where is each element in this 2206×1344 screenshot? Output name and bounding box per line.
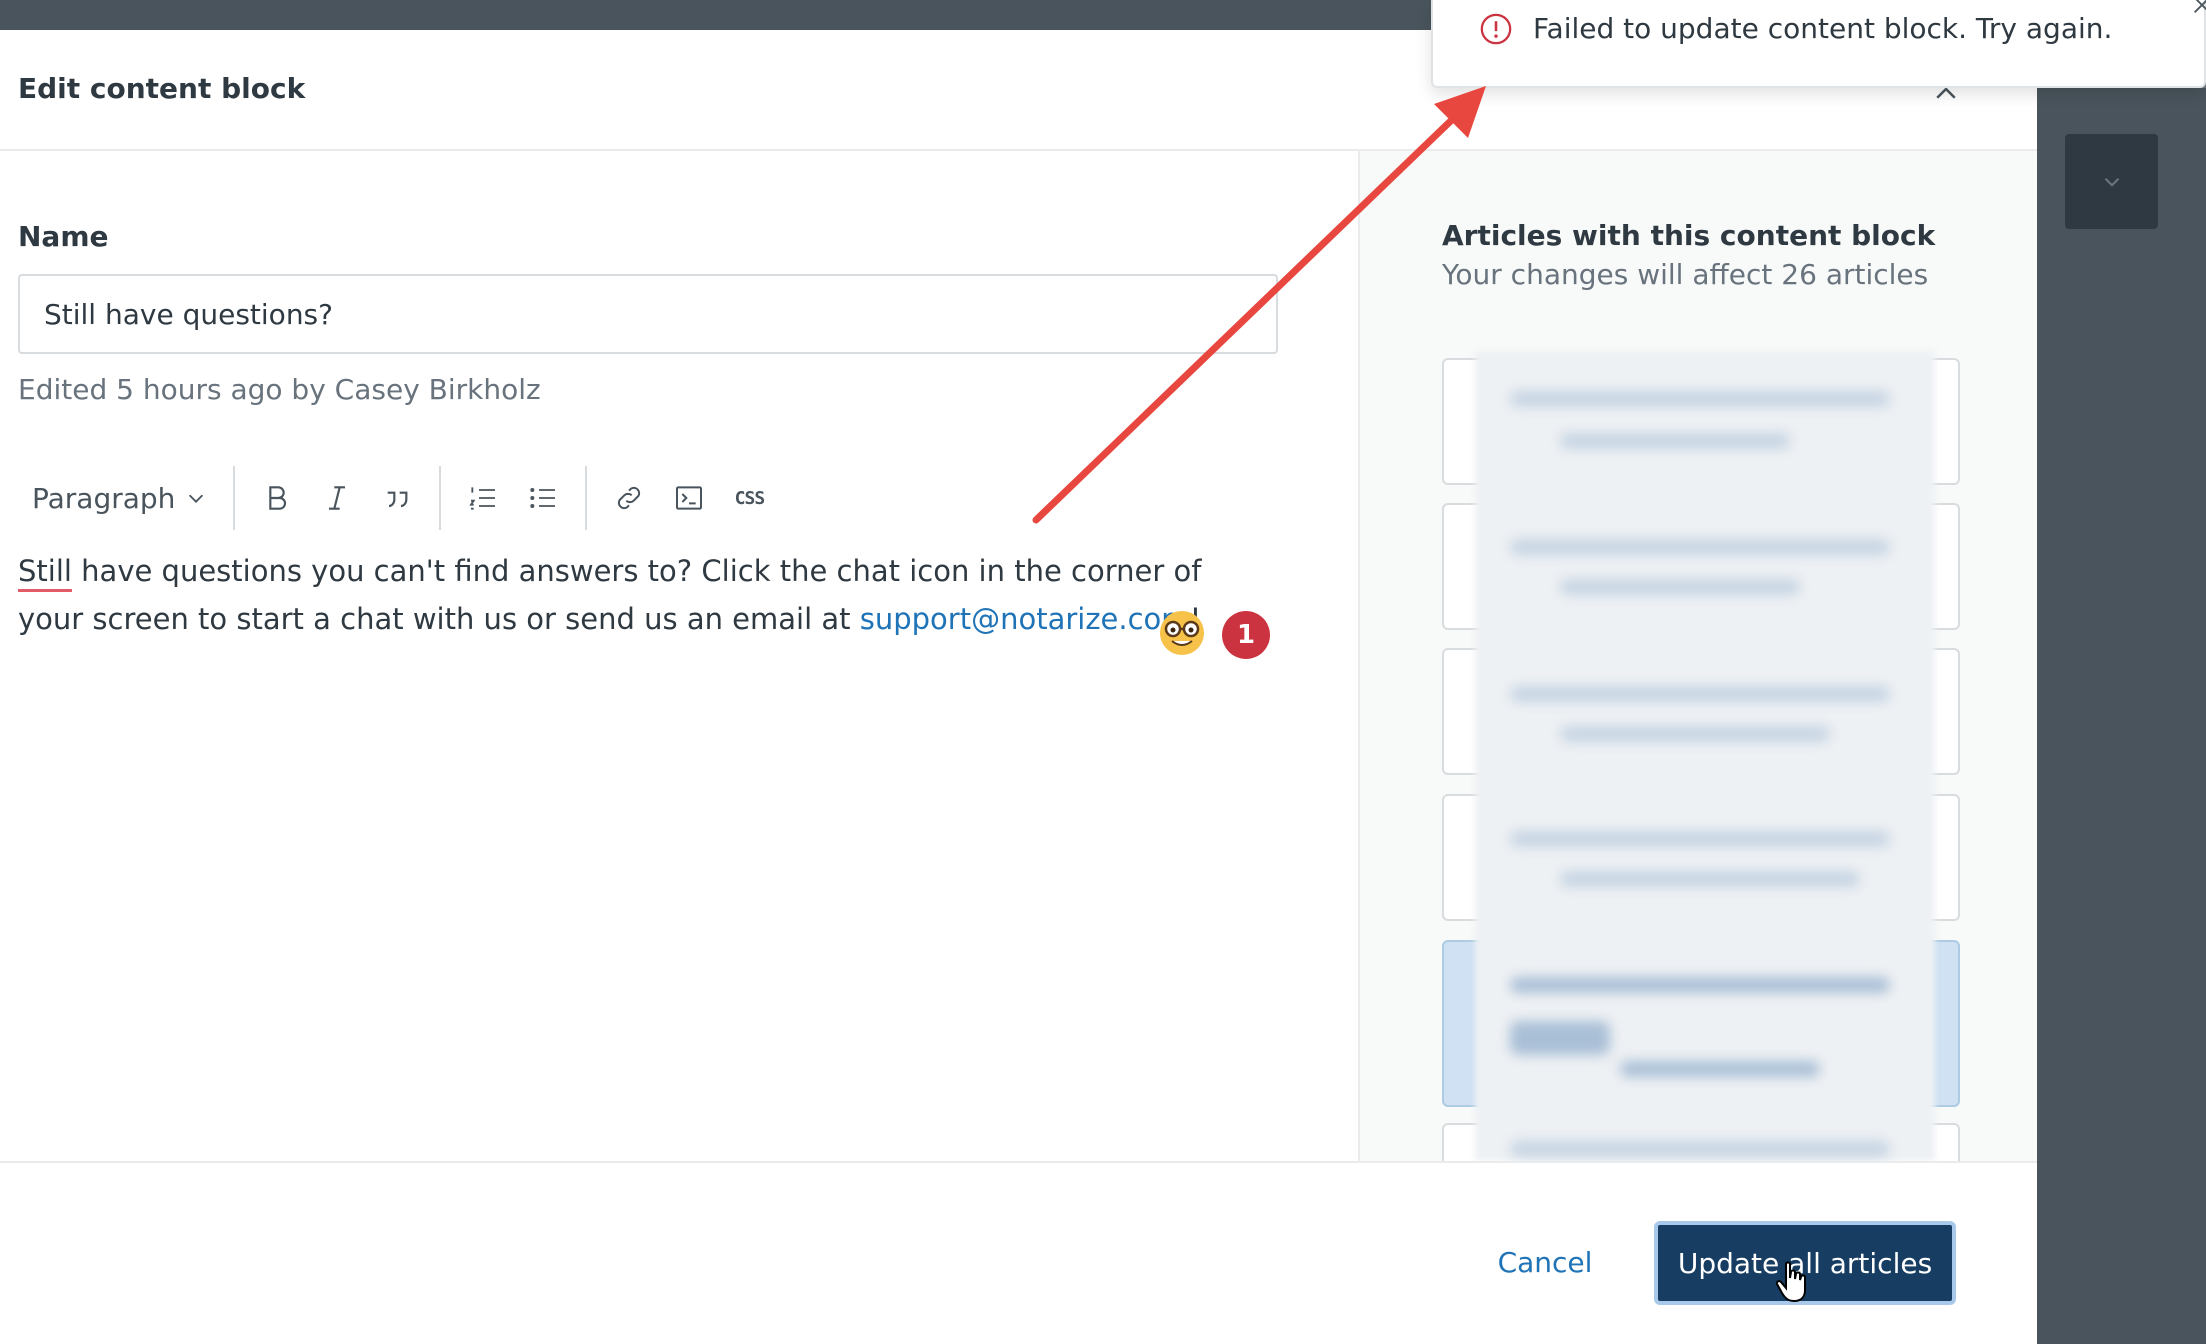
redacted-line: [1560, 726, 1830, 742]
chevron-down-icon: [2104, 177, 2119, 187]
email-link[interactable]: support@notarize.com: [860, 602, 1190, 636]
notification-badge: 1: [1222, 611, 1270, 659]
redacted-line: [1510, 1141, 1890, 1157]
hand-cursor-icon: [1775, 1261, 1806, 1303]
articles-subtitle: Your changes will affect 26 articles: [1442, 258, 1929, 291]
bullet-list-button[interactable]: [513, 468, 573, 528]
redacted-line: [1510, 1021, 1610, 1055]
redacted-line: [1510, 539, 1890, 555]
modal-footer: Cancel Update all articles: [0, 1161, 2037, 1344]
link-icon: [618, 486, 641, 510]
code-block-button[interactable]: [659, 468, 719, 528]
redacted-line: [1560, 871, 1860, 887]
toolbar-divider: [585, 466, 588, 530]
css-button[interactable]: CSS: [719, 468, 779, 528]
redacted-line: [1510, 977, 1890, 993]
redacted-line: [1510, 391, 1890, 407]
redacted-line: [1620, 1061, 1820, 1077]
paragraph-style-dropdown[interactable]: Paragraph: [18, 468, 221, 528]
chevron-down-icon: [189, 494, 204, 503]
bold-icon: [269, 486, 287, 510]
edit-content-block-modal: Edit content block Name Edited 5 hours a…: [0, 30, 2037, 1344]
editor-toolbar: Paragraph CSS: [18, 463, 779, 533]
error-toast: Failed to update content block. Try agai…: [1431, 0, 2206, 88]
ordered-list-button[interactable]: [453, 468, 513, 528]
terminal-icon: [676, 486, 703, 510]
redacted-line: [1510, 686, 1890, 702]
toolbar-divider: [233, 466, 236, 530]
redacted-line: [1510, 831, 1890, 847]
redacted-line: [1560, 433, 1790, 449]
paragraph-style-label: Paragraph: [32, 481, 176, 515]
quote-icon: [388, 491, 408, 508]
articles-title: Articles with this content block: [1442, 219, 1936, 252]
bold-button[interactable]: [247, 468, 307, 528]
ordered-list-icon: [469, 487, 496, 510]
edited-note: Edited 5 hours ago by Casey Birkholz: [18, 373, 541, 406]
alert-circle-icon: [1480, 13, 1512, 45]
name-input[interactable]: [18, 274, 1278, 354]
background-dropdown-button[interactable]: [2065, 134, 2158, 229]
blockquote-button[interactable]: [367, 468, 427, 528]
editor-pane: Name Edited 5 hours ago by Casey Birkhol…: [0, 151, 1358, 1161]
link-button[interactable]: [599, 468, 659, 528]
bullet-list-icon: [530, 488, 556, 508]
italic-icon: [329, 486, 346, 510]
articles-pane: Articles with this content block Your ch…: [1358, 151, 2037, 1183]
italic-button[interactable]: [307, 468, 367, 528]
cancel-button[interactable]: Cancel: [1470, 1227, 1620, 1297]
toolbar-divider: [439, 466, 442, 530]
css-label: CSS: [734, 487, 765, 509]
editor-content[interactable]: Still have questions you can't find answ…: [18, 547, 1248, 643]
toast-message: Failed to update content block. Try agai…: [1533, 12, 2113, 45]
misspelled-word: Still: [18, 554, 72, 588]
close-icon[interactable]: [2191, 0, 2206, 16]
redacted-line: [1560, 579, 1800, 595]
modal-title: Edit content block: [18, 72, 306, 105]
name-label: Name: [18, 220, 109, 253]
nerd-face-emoji-icon: [1160, 611, 1204, 655]
